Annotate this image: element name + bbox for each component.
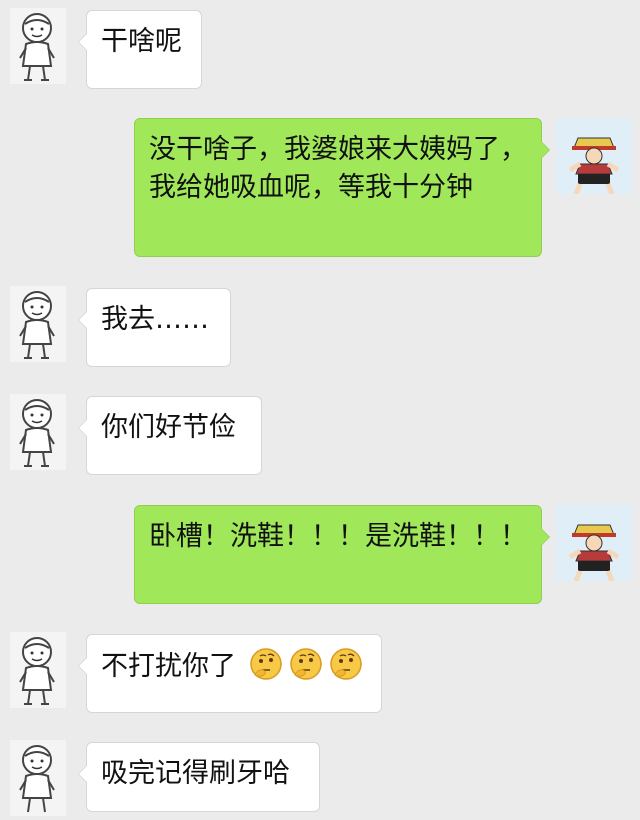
message-bubble-outgoing[interactable]: 没干啥子，我婆娘来大姨妈了，我给她吸血呢，等我十分钟	[134, 118, 550, 257]
anime-character-avatar-icon	[556, 505, 632, 582]
message-text: 不打扰你了	[101, 651, 236, 682]
message-bubble-incoming[interactable]: 不打扰你了	[78, 634, 382, 713]
message-text: 干啥呢	[101, 26, 182, 57]
message-bubble-incoming[interactable]: 干啥呢	[78, 10, 202, 89]
contact-avatar[interactable]	[10, 632, 66, 708]
contact-avatar[interactable]	[10, 740, 66, 816]
thinking-face-icon	[289, 648, 322, 680]
message-text: 吸完记得刷牙哈	[101, 758, 290, 789]
anime-character-avatar-icon	[556, 118, 632, 195]
message-text: 没干啥子，我婆娘来大姨妈了，我给她吸血呢，等我十分钟	[149, 134, 527, 203]
cartoon-kid-avatar-icon	[10, 632, 66, 708]
chat-message-list[interactable]: 干啥呢 没干啥子，我婆娘来大姨妈了，我给她吸血呢，等我十分钟 我去…… 你们好节…	[0, 0, 640, 816]
contact-avatar[interactable]	[10, 8, 66, 84]
message-text: 你们好节俭	[101, 412, 236, 443]
emoji-group	[249, 647, 363, 681]
message-bubble-incoming[interactable]: 我去……	[78, 288, 231, 367]
message-text: 卧槽！洗鞋！！！是洗鞋！！！	[149, 521, 527, 552]
self-avatar[interactable]	[556, 118, 632, 195]
message-bubble-incoming[interactable]: 吸完记得刷牙哈	[78, 742, 320, 812]
contact-avatar[interactable]	[10, 286, 66, 362]
message-bubble-incoming[interactable]: 你们好节俭	[78, 396, 262, 475]
self-avatar[interactable]	[556, 505, 632, 582]
cartoon-kid-avatar-icon	[10, 740, 66, 816]
cartoon-kid-avatar-icon	[10, 394, 66, 470]
message-bubble-outgoing[interactable]: 卧槽！洗鞋！！！是洗鞋！！！	[134, 505, 550, 604]
cartoon-kid-avatar-icon	[10, 286, 66, 362]
message-text: 我去……	[101, 304, 209, 335]
contact-avatar[interactable]	[10, 394, 66, 470]
thinking-face-icon	[329, 648, 362, 680]
cartoon-kid-avatar-icon	[10, 8, 66, 84]
thinking-face-icon	[249, 648, 282, 680]
